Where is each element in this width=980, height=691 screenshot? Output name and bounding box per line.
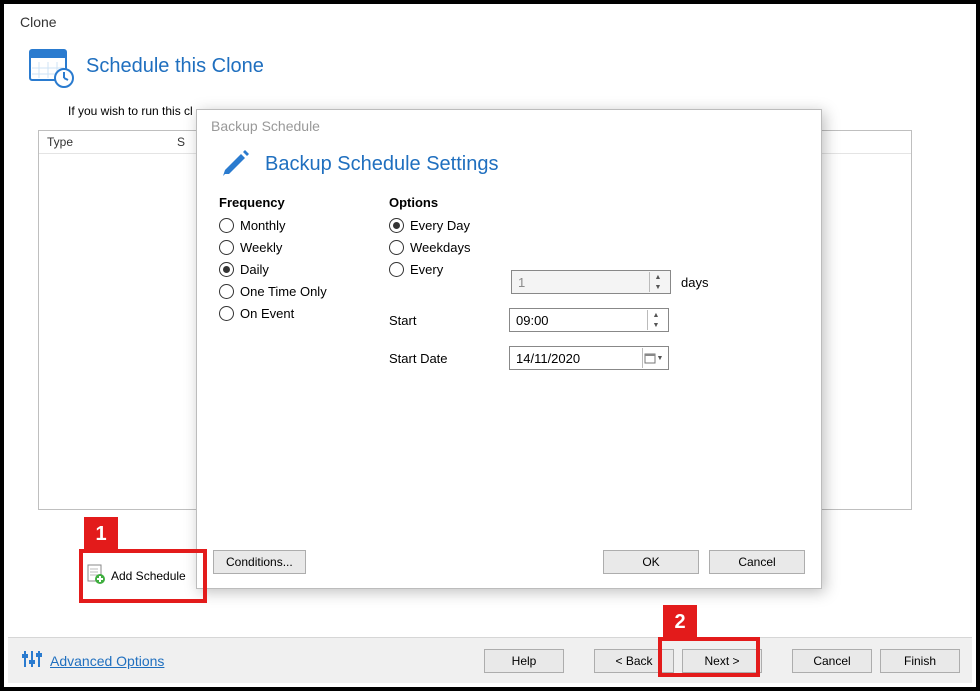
back-button[interactable]: < Back [594, 649, 674, 673]
radio-weekly[interactable]: Weekly [219, 240, 359, 255]
window-title: Clone [18, 12, 962, 38]
chevron-down-icon[interactable]: ▼ [650, 282, 666, 292]
dialog-heading: Backup Schedule Settings [265, 153, 499, 176]
radio-label: Weekly [240, 240, 282, 255]
pencil-icon [219, 146, 253, 183]
page-header: Schedule this Clone [18, 38, 962, 98]
radio-every-day[interactable]: Every Day [389, 218, 489, 233]
radio-label: Weekdays [410, 240, 470, 255]
dialog-footer: Conditions... OK Cancel [197, 540, 821, 588]
radio-icon [219, 240, 234, 255]
backup-schedule-dialog: Backup Schedule Backup Schedule Settings… [196, 109, 822, 589]
radio-icon [389, 218, 404, 233]
chevron-up-icon[interactable]: ▲ [650, 272, 666, 282]
dialog-title: Backup Schedule [197, 110, 821, 140]
finish-button[interactable]: Finish [880, 649, 960, 673]
advanced-options-link[interactable]: Advanced Options [50, 653, 164, 669]
radio-weekdays[interactable]: Weekdays [389, 240, 489, 255]
dialog-body: Backup Schedule Settings Frequency Month… [197, 140, 821, 540]
start-date-label: Start Date [389, 351, 509, 366]
radio-icon [219, 218, 234, 233]
cancel-wizard-button[interactable]: Cancel [792, 649, 872, 673]
options-group: Options Every Day Weekdays [389, 195, 708, 370]
date-picker-button[interactable]: ▼ [642, 348, 664, 368]
chevron-down-icon: ▼ [657, 355, 664, 362]
radio-on-event[interactable]: On Event [219, 306, 359, 321]
radio-icon [389, 262, 404, 277]
radio-label: Monthly [240, 218, 286, 233]
next-button[interactable]: Next > [682, 649, 762, 673]
radio-label: One Time Only [240, 284, 327, 299]
sliders-icon [20, 648, 42, 673]
add-schedule-area: Add Schedule [83, 561, 203, 603]
advanced-options[interactable]: Advanced Options [20, 648, 476, 673]
radio-icon [219, 306, 234, 321]
spinner-buttons[interactable]: ▲ ▼ [647, 310, 664, 330]
help-button[interactable]: Help [484, 649, 564, 673]
frequency-group: Frequency Monthly Weekly Daily One Time … [219, 195, 359, 370]
start-time-input[interactable]: 09:00 ▲ ▼ [509, 308, 669, 332]
calendar-icon [644, 352, 656, 364]
radio-label: On Event [240, 306, 294, 321]
radio-label: Every [410, 262, 443, 277]
radio-every-n[interactable]: Every [389, 262, 489, 277]
every-n-unit: days [681, 275, 708, 290]
calendar-clock-icon [28, 44, 74, 88]
column-type[interactable]: Type [47, 135, 177, 149]
radio-icon [219, 284, 234, 299]
radio-icon [389, 240, 404, 255]
column-second[interactable]: S [177, 135, 185, 149]
start-time-value: 09:00 [516, 313, 549, 328]
chevron-up-icon[interactable]: ▲ [648, 310, 664, 320]
callout-number-2: 2 [663, 605, 697, 639]
start-date-input[interactable]: 14/11/2020 ▼ [509, 346, 669, 370]
radio-icon [219, 262, 234, 277]
radio-label: Daily [240, 262, 269, 277]
chevron-down-icon[interactable]: ▼ [648, 320, 664, 330]
add-schedule-label: Add Schedule [111, 569, 186, 583]
add-schedule-button[interactable]: Add Schedule [83, 561, 203, 590]
every-n-input[interactable]: 1 ▲ ▼ [511, 270, 671, 294]
frequency-title: Frequency [219, 195, 359, 210]
radio-daily[interactable]: Daily [219, 262, 359, 277]
document-plus-icon [87, 564, 105, 587]
start-time-label: Start [389, 313, 509, 328]
ok-button[interactable]: OK [603, 550, 699, 574]
spinner-buttons[interactable]: ▲ ▼ [649, 272, 666, 292]
page-title: Schedule this Clone [86, 55, 264, 78]
options-title: Options [389, 195, 708, 210]
conditions-button[interactable]: Conditions... [213, 550, 306, 574]
start-date-value: 14/11/2020 [516, 351, 580, 366]
cancel-button[interactable]: Cancel [709, 550, 805, 574]
dialog-heading-row: Backup Schedule Settings [219, 146, 799, 183]
every-n-value: 1 [518, 275, 525, 290]
radio-monthly[interactable]: Monthly [219, 218, 359, 233]
wizard-footer: Advanced Options Help < Back Next > Canc… [8, 637, 972, 683]
radio-label: Every Day [410, 218, 470, 233]
radio-one-time[interactable]: One Time Only [219, 284, 359, 299]
callout-number-1: 1 [84, 517, 118, 551]
